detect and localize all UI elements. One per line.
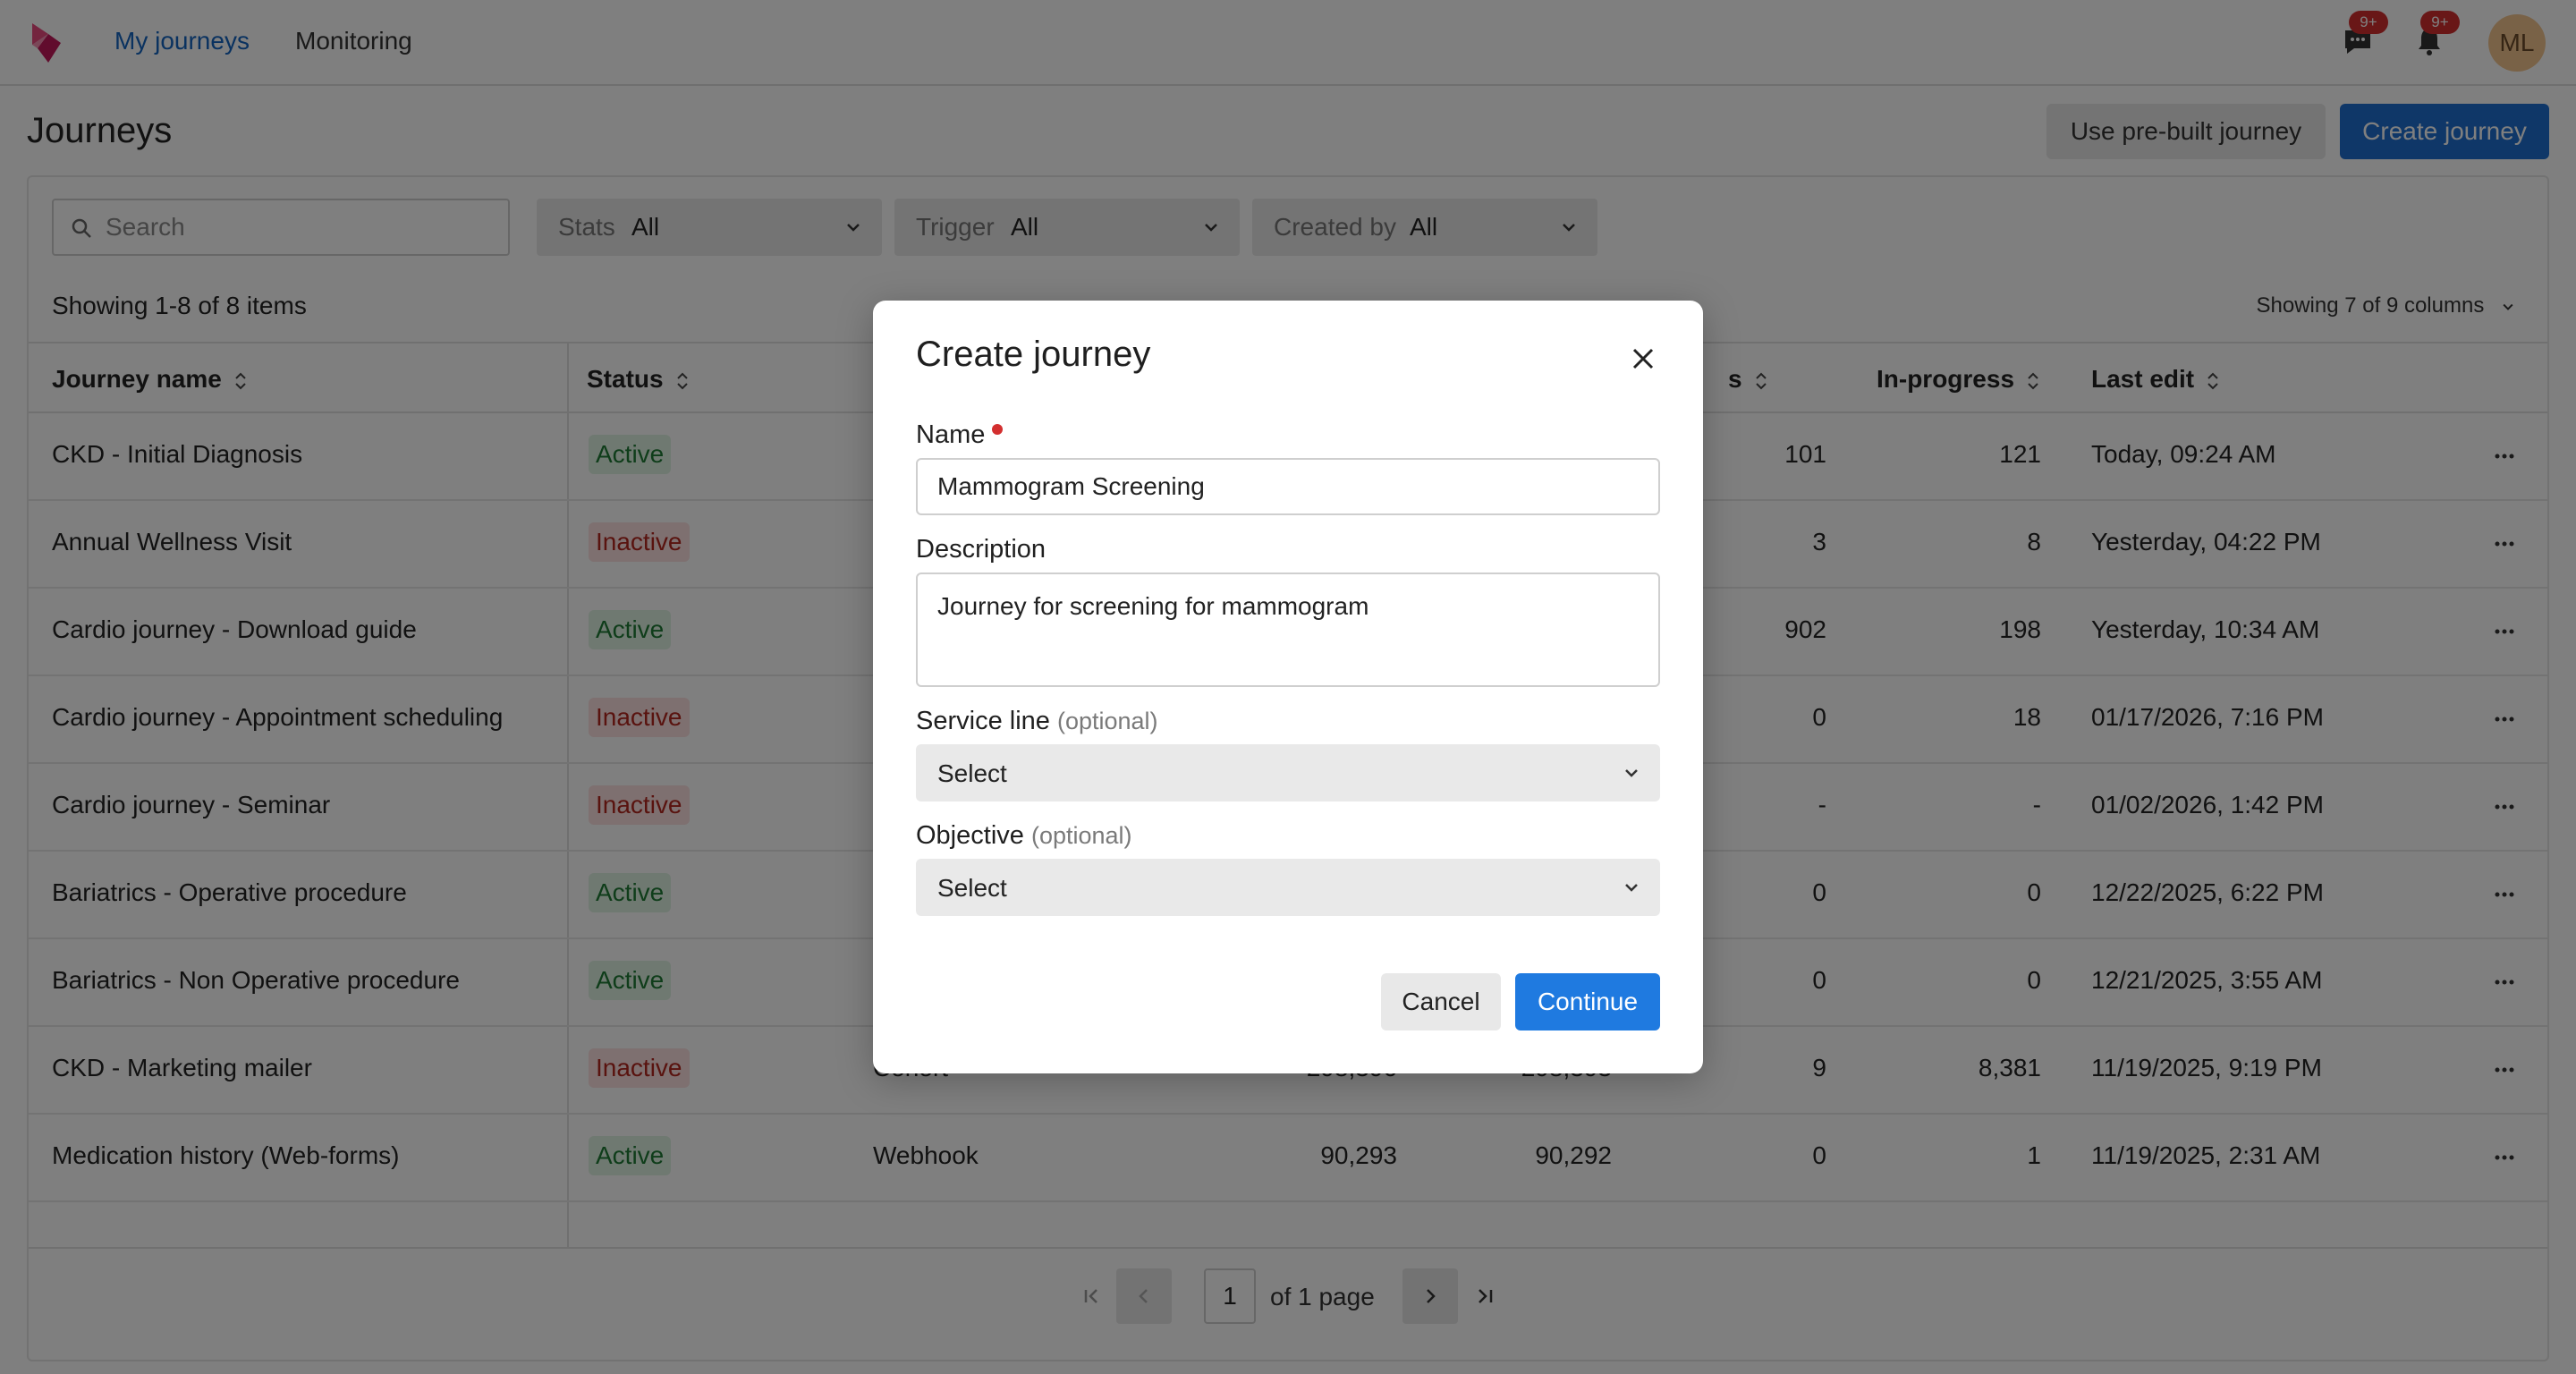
description-field[interactable]: Journey for screening for mammogram [916,572,1660,687]
name-label: Name [916,420,1004,450]
create-journey-dialog: Create journey Name Description Journey … [873,301,1703,1073]
objective-select[interactable]: Select [916,859,1660,916]
name-field[interactable] [916,458,1660,515]
description-label: Description [916,535,1046,564]
objective-label-text: Objective [916,821,1024,850]
required-indicator [992,424,1004,435]
name-label-text: Name [916,420,986,449]
objective-label: Objective (optional) [916,821,1132,851]
cancel-button[interactable]: Cancel [1381,973,1501,1030]
close-icon[interactable] [1630,345,1657,372]
optional-hint: (optional) [1056,708,1158,734]
dialog-title: Create journey [916,335,1151,374]
service-line-label: Service line (optional) [916,707,1158,736]
select-value: Select [937,759,1007,787]
continue-button[interactable]: Continue [1515,973,1660,1030]
chevron-down-icon [1625,884,1638,892]
service-line-label-text: Service line [916,707,1050,735]
select-value: Select [937,874,1007,902]
optional-hint: (optional) [1030,822,1132,849]
service-line-select[interactable]: Select [916,744,1660,802]
chevron-down-icon [1625,769,1638,777]
